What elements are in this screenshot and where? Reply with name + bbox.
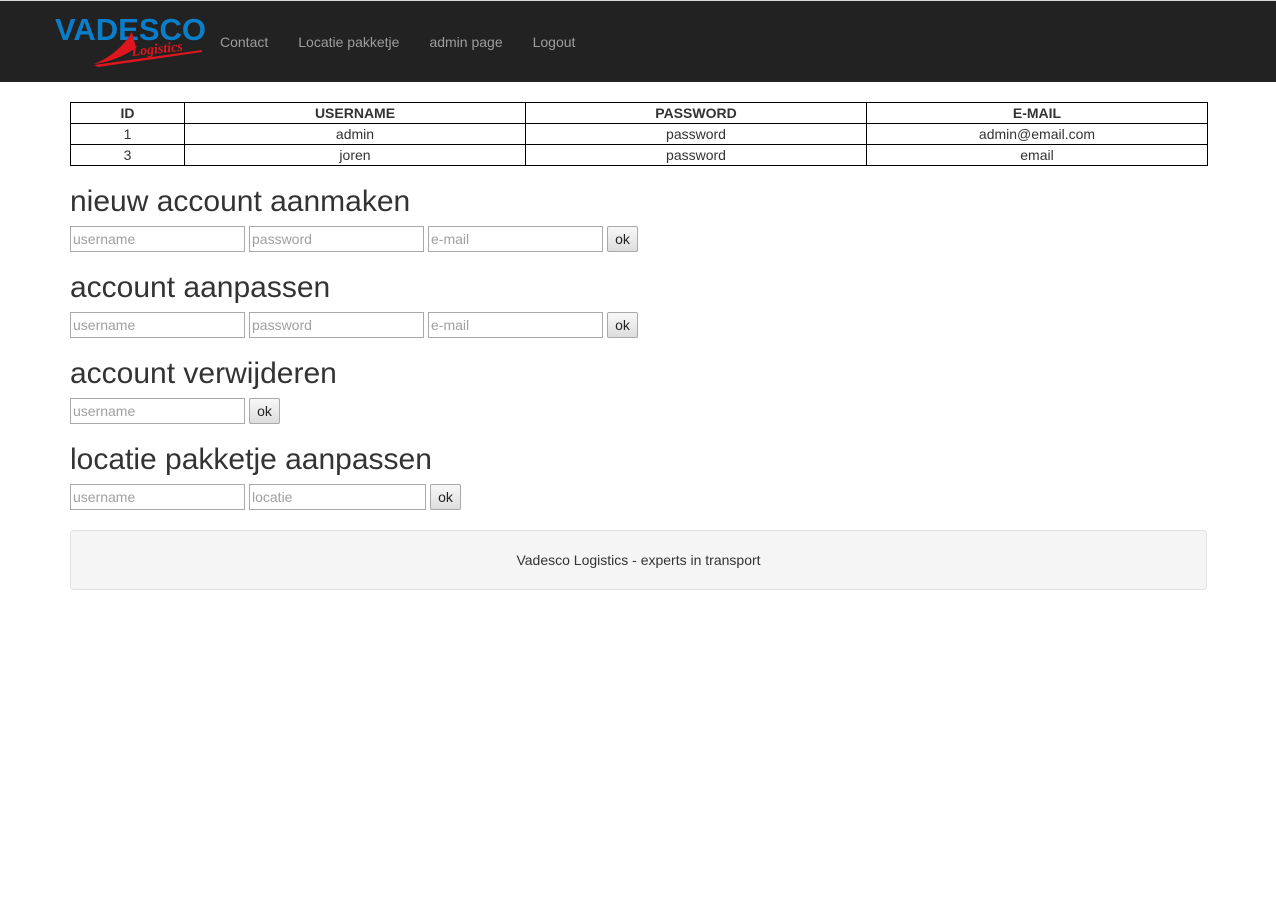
create-account-title: nieuw account aanmaken <box>70 185 411 218</box>
edit-password-input[interactable] <box>249 312 424 338</box>
create-ok-button[interactable]: ok <box>607 226 638 252</box>
delete-username-input[interactable] <box>70 398 245 424</box>
header-id: ID <box>70 102 185 124</box>
location-ok-button[interactable]: ok <box>430 484 461 510</box>
delete-account-section: account verwijderen ok <box>70 357 1207 424</box>
cell-email: admin@email.com <box>866 123 1208 145</box>
location-input[interactable] <box>249 484 426 510</box>
users-table: ID USERNAME PASSWORD E-MAIL 1 admin pass… <box>70 102 1208 166</box>
edit-ok-button[interactable]: ok <box>607 312 638 338</box>
vadesco-logo-icon: VADESCO Logistics <box>55 12 206 67</box>
main-content: ID USERNAME PASSWORD E-MAIL 1 admin pass… <box>70 102 1208 590</box>
nav-locatie-pakketje[interactable]: Locatie pakketje <box>283 32 414 52</box>
create-username-input[interactable] <box>70 226 245 252</box>
nav-admin-page[interactable]: admin page <box>414 32 517 52</box>
cell-password: password <box>525 123 867 145</box>
header-password: PASSWORD <box>525 102 867 124</box>
package-location-form: ok <box>70 484 1207 510</box>
package-location-title: locatie pakketje aanpassen <box>70 443 432 476</box>
nav-logout[interactable]: Logout <box>518 32 591 52</box>
edit-account-form: ok <box>70 312 1207 338</box>
nav-contact[interactable]: Contact <box>205 32 283 52</box>
cell-username: admin <box>184 123 526 145</box>
create-email-input[interactable] <box>428 226 603 252</box>
package-location-section: locatie pakketje aanpassen ok <box>70 443 1207 510</box>
edit-username-input[interactable] <box>70 312 245 338</box>
edit-account-title: account aanpassen <box>70 271 331 304</box>
table-header-row: ID USERNAME PASSWORD E-MAIL <box>70 102 1208 124</box>
cell-id: 1 <box>70 123 185 145</box>
create-account-section: nieuw account aanmaken ok <box>70 185 1207 252</box>
cell-password: password <box>525 144 867 166</box>
delete-ok-button[interactable]: ok <box>249 398 280 424</box>
edit-email-input[interactable] <box>428 312 603 338</box>
footer-text: Vadesco Logistics - experts in transport <box>516 552 761 568</box>
main-nav: Contact Locatie pakketje admin page Logo… <box>205 1 590 83</box>
create-password-input[interactable] <box>249 226 424 252</box>
cell-username: joren <box>184 144 526 166</box>
brand-logo[interactable]: VADESCO Logistics <box>54 12 206 70</box>
delete-account-form: ok <box>70 398 1207 424</box>
edit-account-section: account aanpassen ok <box>70 271 1207 338</box>
delete-account-title: account verwijderen <box>70 357 337 390</box>
cell-email: email <box>866 144 1208 166</box>
cell-id: 3 <box>70 144 185 166</box>
header-username: USERNAME <box>184 102 526 124</box>
footer: Vadesco Logistics - experts in transport <box>70 530 1207 590</box>
navbar: VADESCO Logistics Contact Locatie pakket… <box>0 0 1276 82</box>
header-email: E-MAIL <box>866 102 1208 124</box>
location-username-input[interactable] <box>70 484 245 510</box>
table-row: 1 admin password admin@email.com <box>70 123 1208 145</box>
table-row: 3 joren password email <box>70 144 1208 166</box>
create-account-form: ok <box>70 226 1207 252</box>
